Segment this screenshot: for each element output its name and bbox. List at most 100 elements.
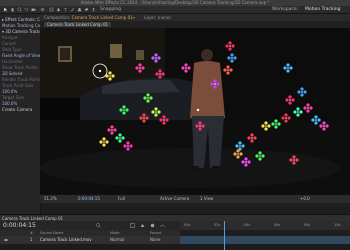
track-point-petal — [241, 144, 245, 148]
track-point-core — [103, 141, 105, 143]
eye-icon[interactable] — [4, 238, 8, 242]
track-point-petal — [113, 128, 117, 132]
track-point-petal — [306, 109, 310, 113]
zoom-tool-icon[interactable] — [17, 7, 22, 12]
time-ruler[interactable]: 00s 02s 04s 06s 08s 10s — [180, 221, 350, 230]
track-point-petal — [261, 154, 265, 158]
composition-flow-tab[interactable]: Camera Track Linked Comp 01 — [44, 22, 112, 27]
track-point-petal — [239, 152, 243, 156]
eraser-tool-icon[interactable] — [84, 7, 89, 12]
selection-tool-icon[interactable] — [3, 7, 8, 12]
person-shoe-right — [212, 166, 220, 170]
workspace-select[interactable]: Motion Tracking — [305, 6, 340, 13]
effect-control-row[interactable]: Analyze — [2, 35, 18, 40]
track-point-petal — [253, 136, 257, 140]
track-point-petal — [122, 111, 126, 115]
composition-subtab-bar: Camera Track Linked Comp 01 — [40, 21, 350, 28]
effect-control-row[interactable]: Create Camera — [2, 107, 32, 112]
track-point-core — [251, 137, 253, 139]
camera-tool-icon[interactable] — [31, 7, 36, 12]
track-point-petal — [241, 160, 245, 164]
track-point-core — [259, 155, 261, 157]
track-point-petal — [107, 128, 111, 132]
track-point-petal — [291, 98, 295, 102]
effect-control-row[interactable]: Fixed Angle of View — [2, 53, 41, 58]
tab-layer[interactable]: Layer: (none) — [144, 14, 171, 21]
ruler-tick: 04s — [244, 223, 251, 227]
view-layout-select[interactable]: 1 View — [200, 195, 213, 203]
snapping-toggle[interactable]: Snapping — [100, 6, 121, 13]
current-time-display[interactable]: 0:00:04:15 — [78, 195, 100, 203]
ground-highlight — [40, 148, 340, 188]
track-point-petal — [111, 74, 115, 78]
track-point-petal — [102, 143, 106, 147]
exposure-value[interactable]: +0.0 — [300, 195, 310, 203]
effect-control-row[interactable]: 100.0% — [2, 101, 17, 106]
effect-control-row[interactable]: Render Track Points — [2, 77, 41, 82]
current-time-indicator[interactable] — [224, 221, 225, 250]
effect-control-row[interactable]: 100.0% — [2, 89, 17, 94]
motion-blur-icon[interactable] — [150, 223, 155, 228]
track-point-petal — [108, 77, 112, 81]
layer-duration-bar[interactable] — [180, 236, 350, 244]
tools-toolbar: T Snapping Workspace: Motion Tracking — [0, 6, 350, 14]
track-point-core — [301, 91, 303, 93]
effect-control-row[interactable]: Show Track Points — [2, 65, 38, 70]
layer-mode-select[interactable]: Normal — [110, 236, 124, 244]
track-point-petal — [264, 127, 268, 131]
effect-control-row[interactable]: Shot Type — [2, 47, 22, 52]
mask-tool-icon[interactable] — [49, 7, 54, 12]
graph-editor-icon[interactable] — [160, 223, 165, 228]
person-head — [201, 49, 213, 61]
search-icon[interactable] — [96, 223, 101, 228]
track-point-core — [147, 97, 149, 99]
track-point-petal — [229, 68, 233, 72]
table-row[interactable]: 1 Camera Track Linked.mov Normal None — [0, 236, 180, 244]
hand-tool-icon[interactable] — [10, 7, 15, 12]
track-point-core — [109, 75, 111, 77]
effect-control-row[interactable]: ▾ 3D Camera Tracker — [2, 29, 44, 34]
track-point-petal — [146, 93, 150, 97]
track-point-petal — [123, 144, 127, 148]
resolution-select[interactable]: Full — [118, 195, 125, 203]
track-point-petal — [236, 149, 240, 153]
rotate-tool-icon[interactable] — [24, 7, 29, 12]
timeline-timecode[interactable]: 0:00:04:15 — [3, 221, 36, 230]
ruler-tick: 08s — [304, 223, 311, 227]
zoom-select[interactable]: 51.2% — [44, 195, 57, 203]
panel-menu-icon[interactable]: ≡ — [132, 14, 135, 21]
effect-control-row[interactable]: 3D Solved — [2, 71, 22, 76]
track-point-petal — [317, 118, 321, 122]
track-point-petal — [250, 139, 254, 143]
track-point-petal — [105, 140, 109, 144]
svg-text:T: T — [63, 7, 67, 12]
pen-tool-icon[interactable] — [56, 7, 61, 12]
clone-stamp-tool-icon[interactable] — [77, 7, 82, 12]
window-center — [110, 44, 122, 58]
puppet-tool-icon[interactable] — [91, 7, 96, 12]
track-point-petal — [135, 66, 139, 70]
viewer-footer-bar: 51.2% 0:00:04:15 Full Active Camera 1 Vi… — [40, 194, 350, 203]
track-point-petal — [108, 71, 112, 75]
track-point-core — [139, 67, 141, 69]
brush-tool-icon[interactable] — [70, 7, 75, 12]
track-point-petal — [258, 151, 262, 155]
track-point-petal — [151, 56, 155, 60]
effect-control-row[interactable]: Track Point Size — [2, 83, 33, 88]
track-point-petal — [226, 65, 230, 69]
layer-name[interactable]: Camera Track Linked.mov — [40, 236, 92, 244]
pan-behind-tool-icon[interactable] — [40, 7, 45, 12]
effect-control-row[interactable]: Horizontal — [2, 59, 22, 64]
active-camera-select[interactable]: Active Camera — [160, 195, 189, 203]
comp-mini-flowchart-icon[interactable] — [130, 223, 135, 228]
effect-control-row[interactable]: Target Size — [2, 95, 24, 100]
track-point-petal — [198, 121, 202, 125]
track-point-petal — [139, 116, 143, 120]
tab-composition[interactable]: Composition: Camera Track Linked Comp 01 — [44, 14, 133, 21]
composition-viewer[interactable] — [40, 28, 350, 194]
effect-control-row[interactable]: Cancel — [2, 41, 16, 46]
draft-3d-icon[interactable] — [140, 223, 145, 228]
track-point-petal — [157, 56, 161, 60]
layer-parent-select[interactable]: None — [150, 236, 160, 244]
type-tool-icon[interactable]: T — [63, 7, 68, 12]
